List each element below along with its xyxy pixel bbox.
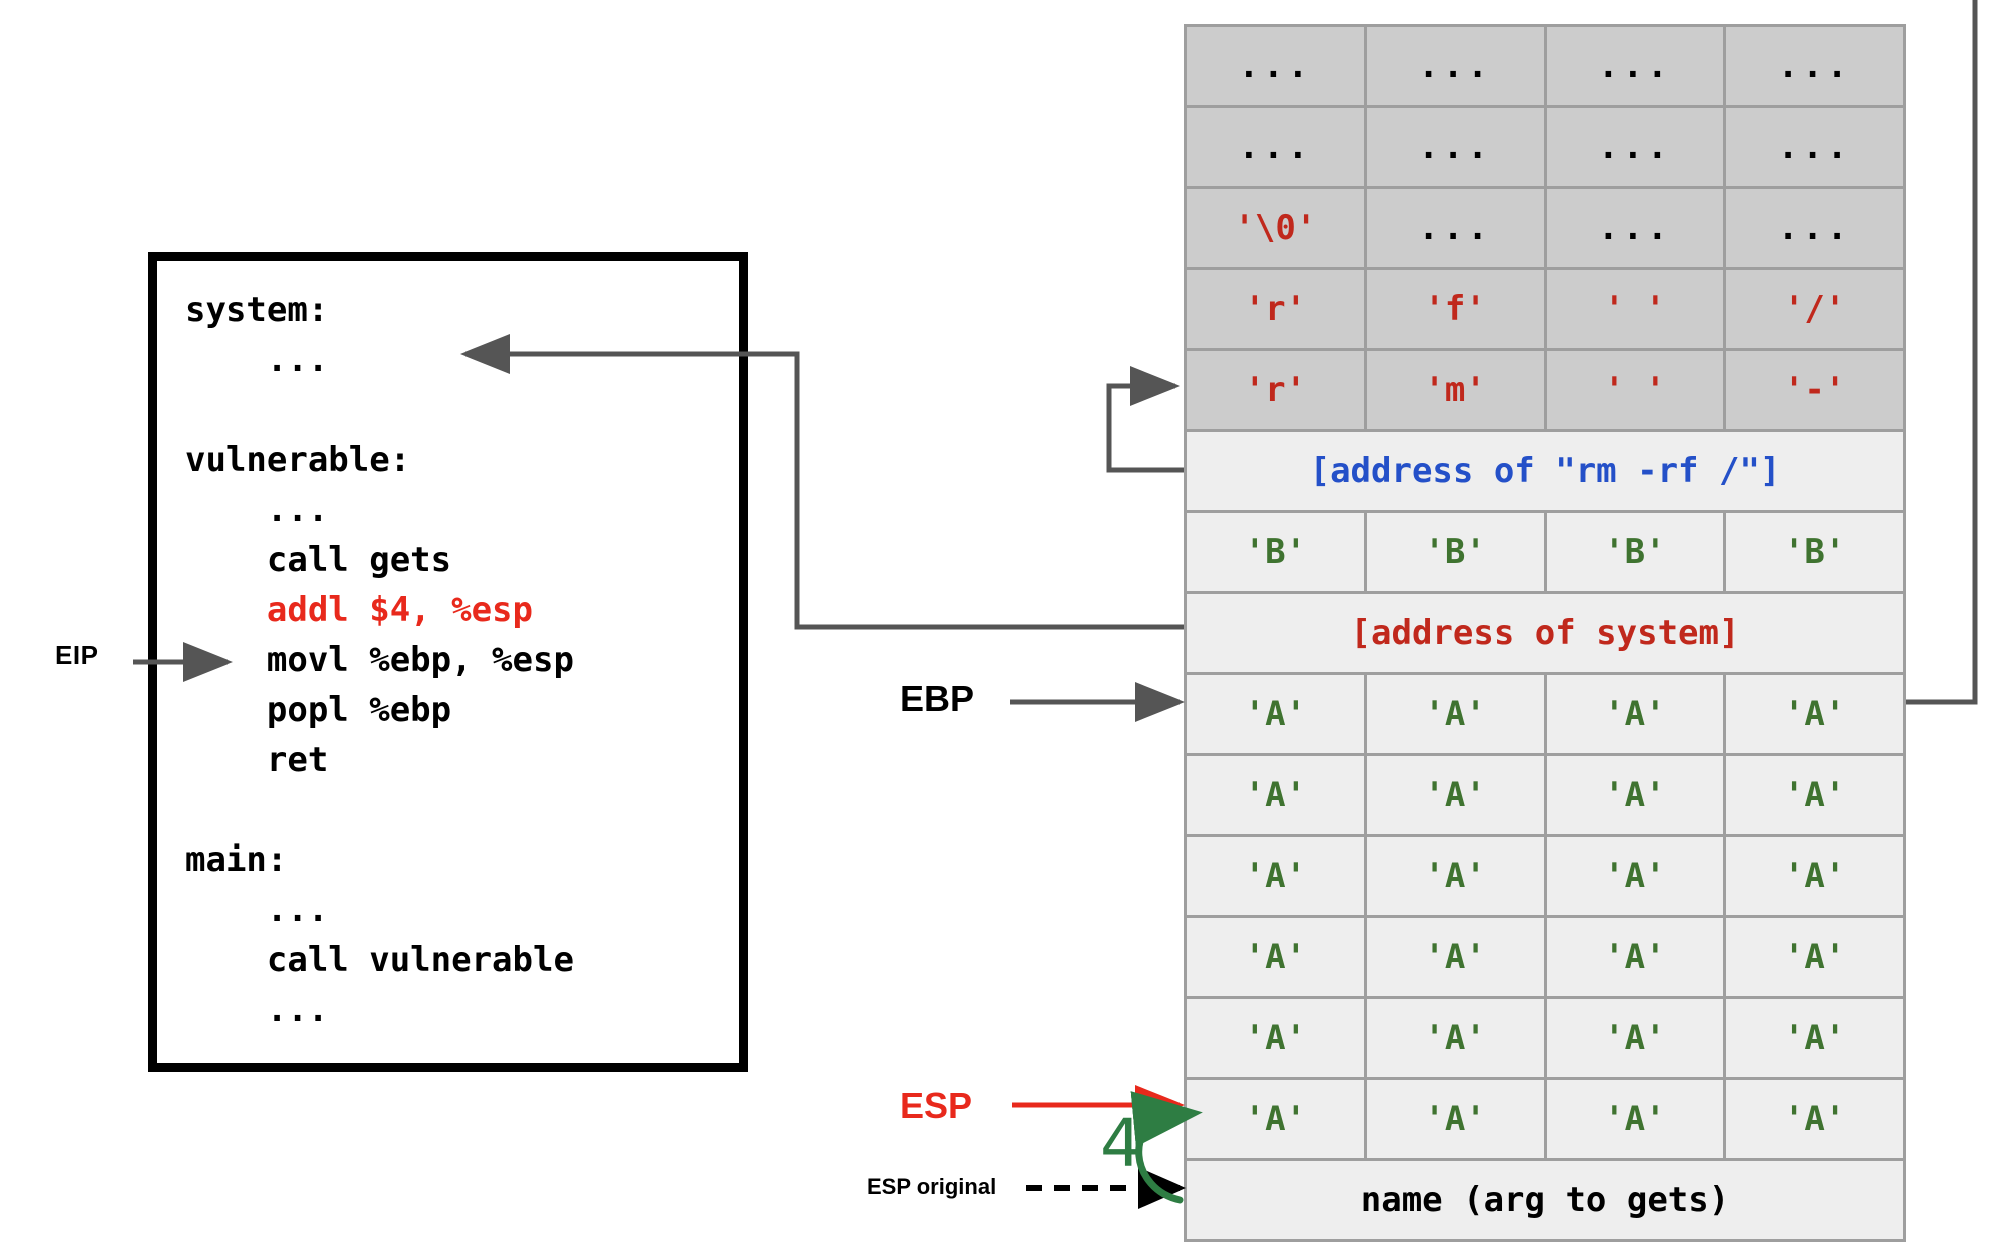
stack-cell: 'A' bbox=[1723, 996, 1906, 1080]
green-curved-arrow bbox=[1130, 1091, 1203, 1204]
code-line: ... bbox=[185, 340, 329, 380]
stack-cell: ... bbox=[1723, 105, 1906, 189]
stack-cell: 'A' bbox=[1363, 834, 1547, 918]
code-line: vulnerable: bbox=[185, 440, 411, 480]
stack-cell: ... bbox=[1723, 186, 1906, 270]
stack-cell: 'A' bbox=[1543, 1077, 1727, 1161]
stack-cell: 'A' bbox=[1723, 753, 1906, 837]
stack-row: name (arg to gets) bbox=[1184, 1158, 1906, 1242]
stack-row: 'r''m' ' ' '-' bbox=[1184, 348, 1906, 432]
stack-row: 'r''f' ' ' '/' bbox=[1184, 267, 1906, 351]
stack-cell: ' ' bbox=[1543, 267, 1727, 351]
stack-cell: 'A' bbox=[1184, 996, 1367, 1080]
stack-cell: ... bbox=[1543, 186, 1727, 270]
right-edge-connector bbox=[1906, 0, 1978, 705]
stack-cell: 'A' bbox=[1184, 753, 1367, 837]
stack-row: ............ bbox=[1184, 105, 1906, 189]
stack-cell: ... bbox=[1184, 105, 1367, 189]
stack-cell: 'A' bbox=[1363, 753, 1547, 837]
green-annotation-four: 4 bbox=[1100, 1105, 1142, 1182]
stack-cell: 'r' bbox=[1184, 267, 1367, 351]
stack-cell: 'A' bbox=[1723, 915, 1906, 999]
stack-cell: 'A' bbox=[1363, 915, 1547, 999]
stack-cell: 'B' bbox=[1723, 510, 1906, 594]
stack-cell: ' ' bbox=[1543, 348, 1727, 432]
code-line: addl $4, %esp bbox=[185, 590, 533, 630]
stack-cell: 'A' bbox=[1543, 996, 1727, 1080]
code-line: ... bbox=[185, 890, 329, 930]
stack-cell: ... bbox=[1543, 24, 1727, 108]
stack-cell-span: name (arg to gets) bbox=[1184, 1158, 1906, 1242]
code-line: system: bbox=[185, 290, 329, 330]
stack-cell: 'A' bbox=[1363, 1077, 1547, 1161]
code-line: ret bbox=[185, 740, 329, 780]
esp-register-label: ESP bbox=[900, 1085, 973, 1126]
stack-cell: 'A' bbox=[1543, 672, 1727, 756]
assembly-code-box: system: ... vulnerable: ... call gets ad… bbox=[148, 252, 748, 1072]
stack-row: 'A' 'A' 'A' 'A' bbox=[1184, 753, 1906, 837]
eip-register-label: EIP bbox=[55, 640, 99, 670]
stack-row: ............ bbox=[1184, 24, 1906, 108]
stack-cell: 'A' bbox=[1723, 834, 1906, 918]
code-line: movl %ebp, %esp bbox=[185, 640, 574, 680]
stack-cell: 'm' bbox=[1363, 348, 1547, 432]
code-line: call vulnerable bbox=[185, 940, 574, 980]
stack-row: 'A' 'A' 'A' 'A' bbox=[1184, 1077, 1906, 1161]
stack-cell: 'f' bbox=[1363, 267, 1547, 351]
stack-cell: ... bbox=[1363, 105, 1547, 189]
stack-row: 'A' 'A' 'A' 'A' bbox=[1184, 834, 1906, 918]
stack-cell: 'A' bbox=[1543, 915, 1727, 999]
stack-row: [address of system] bbox=[1184, 591, 1906, 675]
stack-cell: 'A' bbox=[1184, 915, 1367, 999]
stack-cell: '-' bbox=[1723, 348, 1906, 432]
string-arg-connector bbox=[1106, 366, 1184, 473]
stack-cell: 'A' bbox=[1723, 672, 1906, 756]
stack-cell: ... bbox=[1543, 105, 1727, 189]
stack-row: 'B' 'B' 'B' 'B' bbox=[1184, 510, 1906, 594]
code-line: ... bbox=[185, 490, 329, 530]
stack-cell: '/' bbox=[1723, 267, 1906, 351]
stack-cell: 'B' bbox=[1363, 510, 1547, 594]
stack-cell: 'A' bbox=[1184, 672, 1367, 756]
assembly-code-listing: system: ... vulnerable: ... call gets ad… bbox=[185, 285, 574, 1035]
stack-cell: 'A' bbox=[1184, 1077, 1367, 1161]
code-line: ... bbox=[185, 990, 329, 1030]
stack-cell: ... bbox=[1363, 24, 1547, 108]
code-line: main: bbox=[185, 840, 288, 880]
stack-row: 'A' 'A' 'A' 'A' bbox=[1184, 996, 1906, 1080]
stack-cell: 'A' bbox=[1543, 834, 1727, 918]
stack-cell: 'A' bbox=[1723, 1077, 1906, 1161]
stack-row: 'A' 'A' 'A' 'A' bbox=[1184, 672, 1906, 756]
esp-original-label: ESP original bbox=[867, 1174, 997, 1199]
stack-cell: 'B' bbox=[1184, 510, 1367, 594]
stack-cell-span: [address of system] bbox=[1184, 591, 1906, 675]
stack-cell: 'A' bbox=[1184, 834, 1367, 918]
stack-cell: '\0' bbox=[1184, 186, 1367, 270]
stack-cell: 'r' bbox=[1184, 348, 1367, 432]
stack-row: [address of "rm -rf /"] bbox=[1184, 429, 1906, 513]
stack-cell: ... bbox=[1184, 24, 1367, 108]
stack-cell: ... bbox=[1363, 186, 1547, 270]
ebp-register-label: EBP bbox=[900, 678, 975, 719]
code-line: popl %ebp bbox=[185, 690, 452, 730]
stack-cell: 'A' bbox=[1363, 672, 1547, 756]
stack-cell: 'B' bbox=[1543, 510, 1727, 594]
code-line: call gets bbox=[185, 540, 452, 580]
stack-row: '\0'......... bbox=[1184, 186, 1906, 270]
stack-row: 'A' 'A' 'A' 'A' bbox=[1184, 915, 1906, 999]
stack-cell: 'A' bbox=[1543, 753, 1727, 837]
stack-cell: ... bbox=[1723, 24, 1906, 108]
stack-cell: 'A' bbox=[1363, 996, 1547, 1080]
stack-cell-span: [address of "rm -rf /"] bbox=[1184, 429, 1906, 513]
stack-memory-table: ........................ '\0'.........'r'… bbox=[1184, 24, 1906, 1242]
